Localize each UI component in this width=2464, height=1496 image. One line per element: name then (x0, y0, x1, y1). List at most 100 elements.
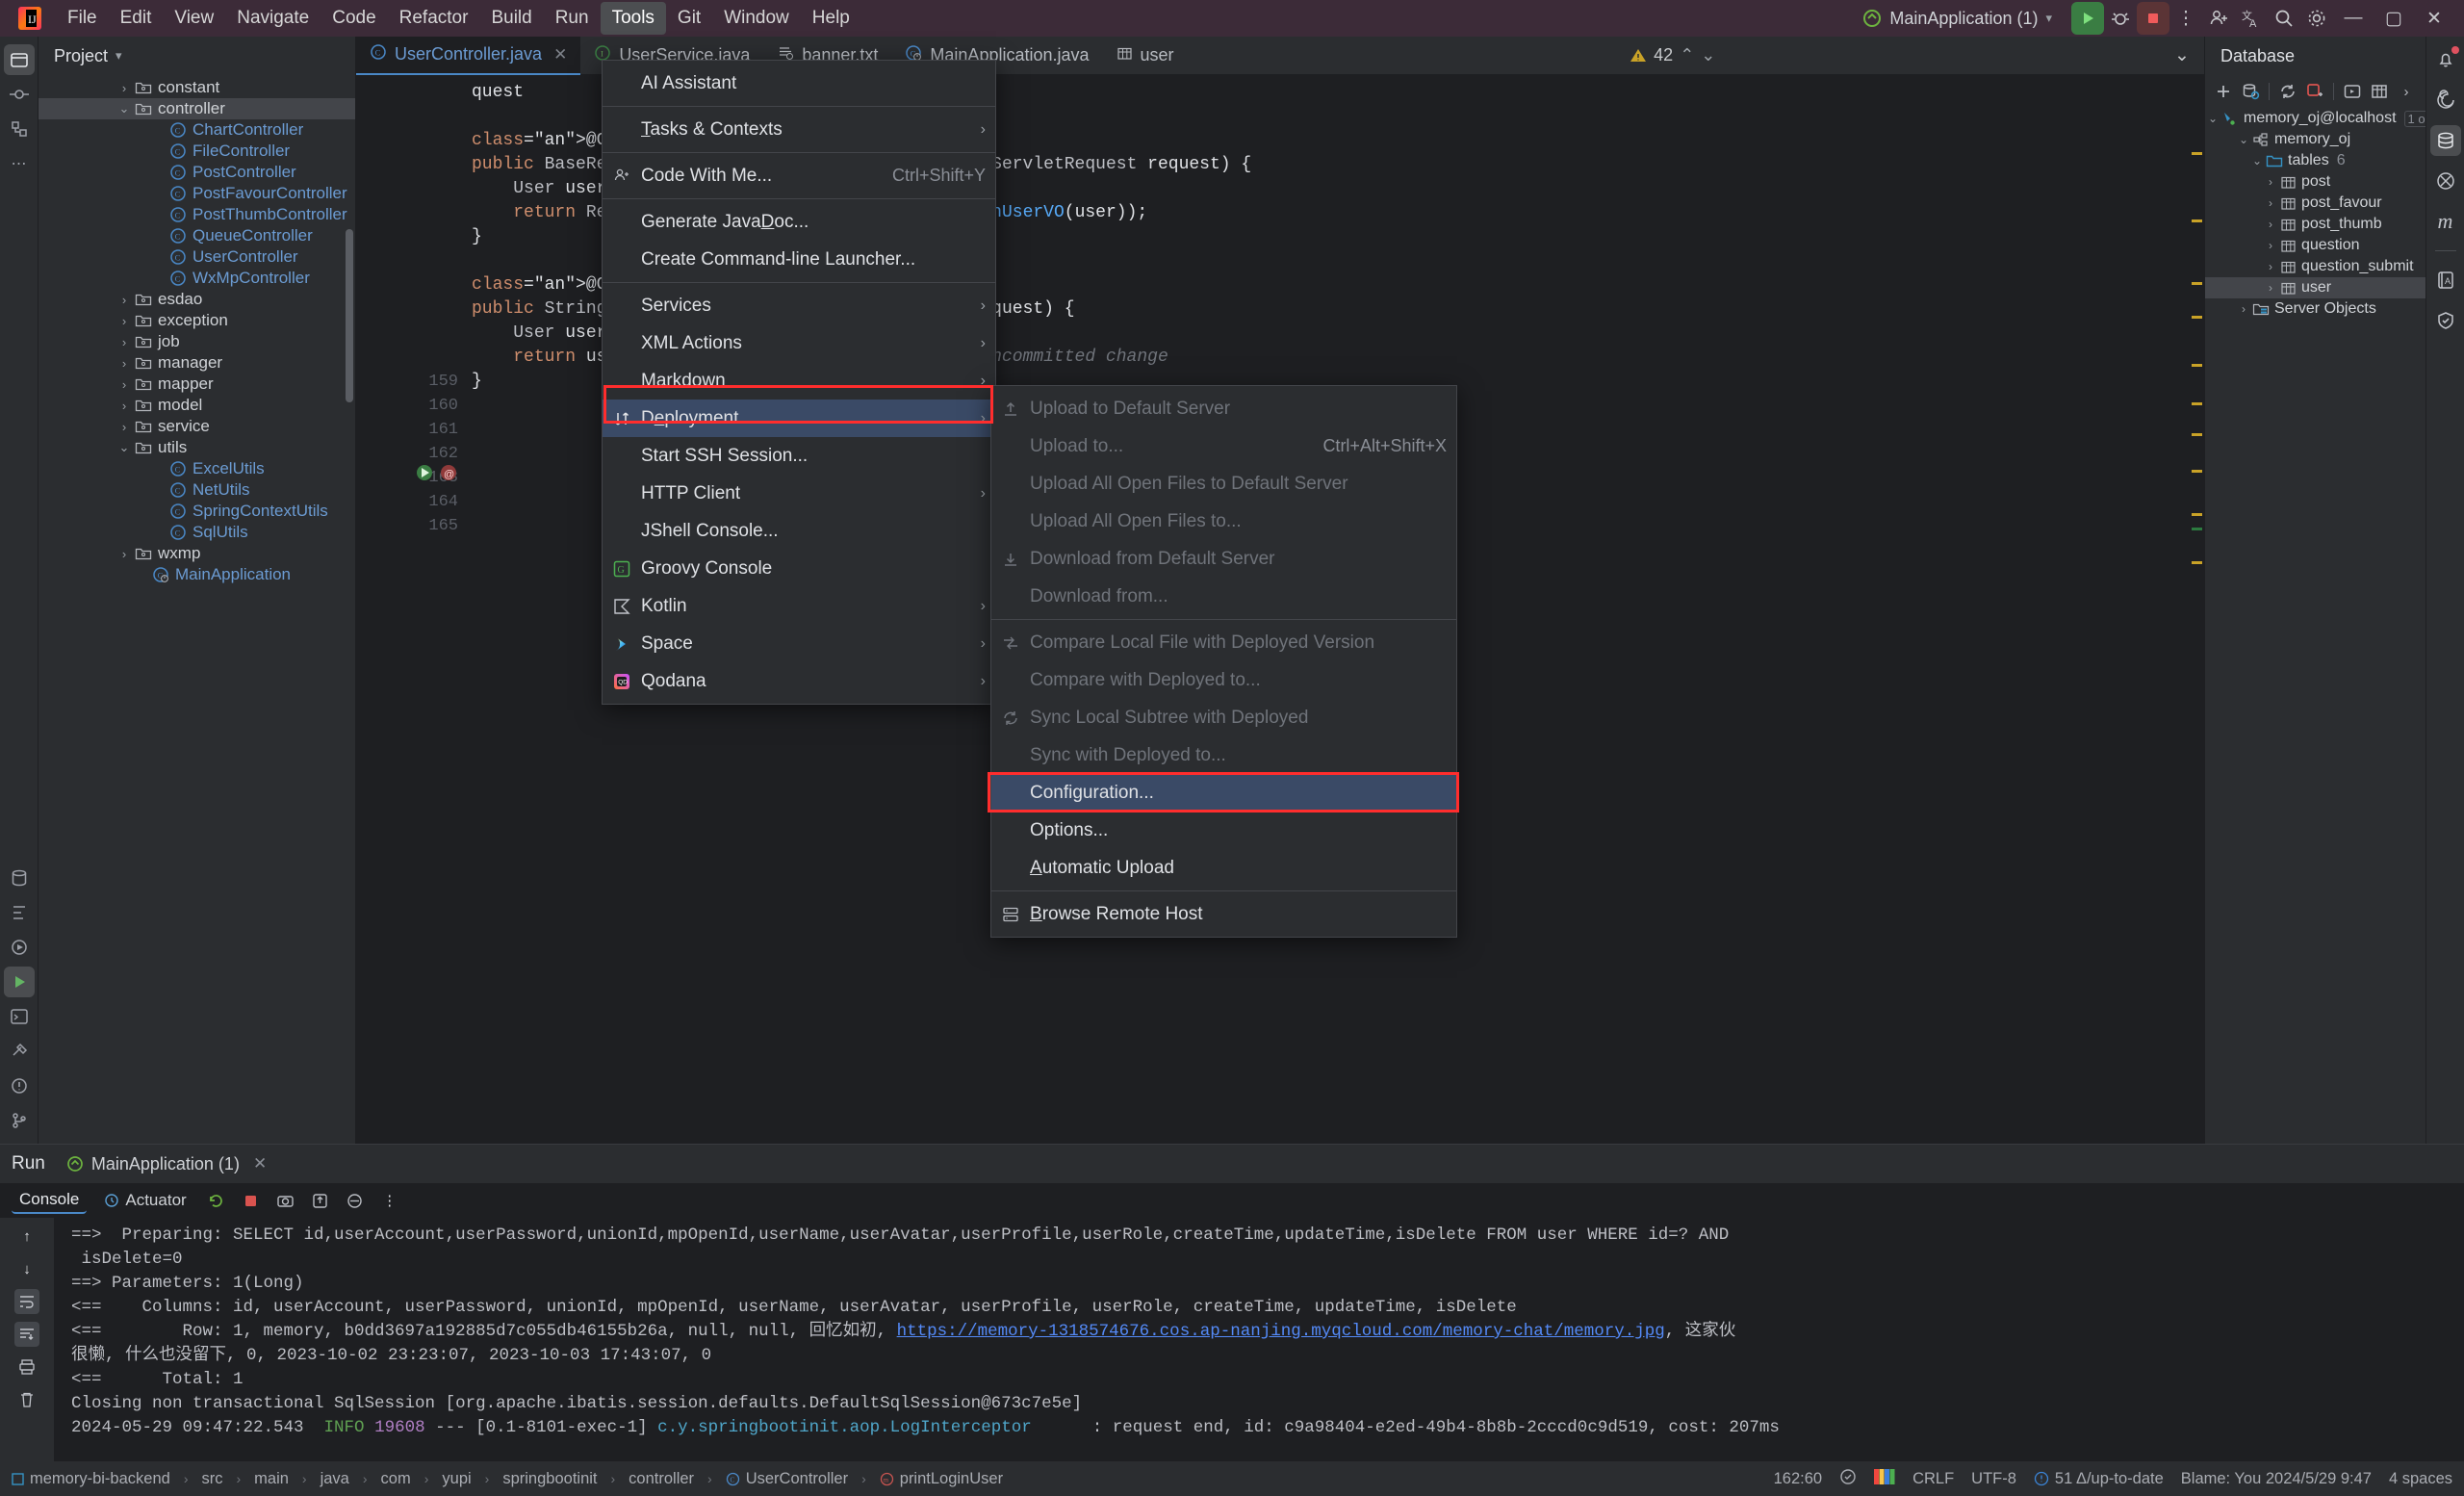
tree-expand-arrow[interactable]: › (2263, 196, 2278, 210)
project-tree-node[interactable]: C ExcelUtils (38, 458, 355, 479)
more-actions-icon[interactable]: ⋮ (2169, 2, 2202, 35)
dictionary-icon[interactable]: A (2430, 265, 2461, 296)
project-tree-node[interactable]: C MainApplication (38, 564, 355, 585)
close-button[interactable]: ✕ (2414, 0, 2454, 37)
project-tree-node[interactable]: › model (38, 395, 355, 416)
menu-item[interactable]: Space › (603, 625, 995, 662)
database-tool-icon[interactable] (4, 863, 35, 893)
shield-check-icon[interactable] (2430, 305, 2461, 336)
clear-all-icon[interactable] (14, 1387, 39, 1412)
run-configuration-selector[interactable]: MainApplication (1) ▾ (1851, 5, 2064, 33)
menu-item[interactable]: HTTP Client › (603, 475, 995, 512)
git-branch-icon[interactable] (4, 1105, 35, 1136)
breadcrumb-item[interactable]: springbootinit (502, 1470, 597, 1488)
database-tree-node[interactable]: › post_favour (2205, 193, 2426, 214)
project-tree-node[interactable]: ⌄ controller (38, 98, 355, 119)
editor-tab[interactable]: user (1103, 37, 1188, 75)
database-toolbar[interactable]: › (2205, 75, 2426, 108)
tree-expand-arrow[interactable]: › (116, 547, 133, 561)
project-tree-node[interactable]: › mapper (38, 374, 355, 395)
menu-refactor[interactable]: Refactor (388, 2, 480, 35)
caret-position[interactable]: 162:60 (1774, 1470, 1822, 1488)
tree-expand-arrow[interactable]: › (116, 335, 133, 349)
debug-button[interactable] (2104, 2, 2137, 35)
bookmark-gutter-icon[interactable]: @ (438, 462, 459, 488)
file-encoding[interactable]: UTF-8 (1971, 1470, 2016, 1488)
breadcrumb-item[interactable]: main (254, 1470, 289, 1488)
menu-code[interactable]: Code (321, 2, 387, 35)
menu-tools[interactable]: Tools (600, 2, 666, 35)
run-gutter-icon[interactable] (414, 462, 435, 488)
refresh-icon[interactable] (2275, 79, 2300, 104)
tab-console[interactable]: Console (12, 1187, 88, 1214)
deployment-submenu-popup[interactable]: Upload to Default Server Upload to... Ctrl… (990, 385, 1457, 938)
scroll-up-icon[interactable]: ↑ (14, 1224, 39, 1249)
tools-menu-popup[interactable]: AI Assistant Tasks & Contexts › Code With M… (602, 60, 996, 705)
menu-item[interactable]: Generate JavaDoc... (603, 203, 995, 241)
breadcrumb-item[interactable]: yupi (442, 1470, 471, 1488)
blame-widget[interactable]: Blame: You 2024/5/29 9:47 (2181, 1470, 2372, 1488)
project-tree-node[interactable]: C FileController (38, 141, 355, 162)
run-subtab-bar[interactable]: Console Actuator ⋮ (0, 1183, 2464, 1218)
indent-widget[interactable]: 4 spaces (2389, 1470, 2452, 1488)
tree-expand-arrow[interactable]: › (116, 420, 133, 434)
scroll-down-icon[interactable]: ↓ (14, 1256, 39, 1281)
more-tool-windows-icon[interactable]: ⋯ (4, 148, 35, 179)
database-tree-node[interactable]: › post (2205, 171, 2426, 193)
ai-assistant-icon[interactable] (2430, 85, 2461, 116)
tree-expand-arrow[interactable]: › (2263, 239, 2278, 252)
menu-item[interactable]: Deployment › (603, 400, 995, 437)
console-link[interactable]: https://memory-1318574676.cos.ap-nanjing… (897, 1322, 1665, 1341)
terminal-icon[interactable] (4, 1001, 35, 1032)
project-tree-node[interactable]: › manager (38, 352, 355, 374)
database-tree-node[interactable]: › post_thumb (2205, 214, 2426, 235)
breadcrumb-item[interactable]: com (381, 1470, 411, 1488)
project-tree-node[interactable]: C PostThumbController (38, 204, 355, 225)
project-tree-node[interactable]: › constant (38, 77, 355, 98)
services-icon[interactable] (4, 932, 35, 963)
console-output[interactable]: ==> Preparing: SELECT id,userAccount,use… (54, 1218, 2464, 1461)
menu-item[interactable]: G Groovy Console (603, 550, 995, 587)
close-icon[interactable]: ✕ (253, 1154, 267, 1174)
tree-expand-arrow[interactable]: ⌄ (2249, 154, 2265, 168)
menu-item[interactable]: AI Assistant (603, 64, 995, 102)
tree-expand-arrow[interactable]: ⌄ (2205, 112, 2220, 125)
menu-item[interactable]: JShell Console... (603, 512, 995, 550)
menu-item[interactable]: Markdown › (603, 362, 995, 400)
scroll-to-end-icon[interactable] (14, 1322, 39, 1347)
database-tree-node[interactable]: › Server Objects (2205, 298, 2426, 320)
editor-tab[interactable]: C UserController.java ✕ (356, 36, 581, 75)
camera-icon[interactable] (273, 1188, 298, 1213)
tree-expand-arrow[interactable]: ⌄ (2236, 133, 2251, 146)
project-tree-node[interactable]: C SqlUtils (38, 522, 355, 543)
menu-item[interactable]: Options... (991, 812, 1456, 849)
menu-build[interactable]: Build (479, 2, 543, 35)
project-tree-node[interactable]: › job (38, 331, 355, 352)
tree-expand-arrow[interactable]: › (2263, 281, 2278, 295)
export-icon[interactable] (308, 1188, 333, 1213)
soft-wrap-icon[interactable] (14, 1289, 39, 1314)
breadcrumb-item[interactable]: C UserController (726, 1470, 848, 1488)
menu-item[interactable]: QD Qodana › (603, 662, 995, 700)
structure-tool-icon[interactable] (4, 114, 35, 144)
breadcrumb[interactable]: memory-bi-backend › src › main › java › com › yupi… (12, 1470, 1003, 1488)
menu-item[interactable]: Configuration... (991, 774, 1456, 812)
menu-item[interactable]: Browse Remote Host (991, 895, 1456, 933)
project-tree-node[interactable]: C QueueController (38, 225, 355, 246)
project-tree-node[interactable]: › wxmp (38, 543, 355, 564)
settings-gear-icon[interactable] (2300, 2, 2333, 35)
database-tree-node[interactable]: ⌄ memory_oj@localhost 1 o (2205, 108, 2429, 129)
tree-expand-arrow[interactable]: › (116, 293, 133, 307)
filter-icon[interactable] (343, 1188, 368, 1213)
menu-window[interactable]: Window (712, 2, 801, 35)
editor-gutter[interactable]: 159 160 161 162 163 164 165 @ (356, 75, 472, 1144)
database-tree-node[interactable]: › user (2205, 277, 2426, 298)
database-tree[interactable]: ⌄ memory_oj@localhost 1 o ⌄ memory_oj ⌄ tables… (2205, 108, 2429, 1144)
tree-expand-arrow[interactable]: ⌄ (116, 440, 133, 455)
minimize-button[interactable]: — (2333, 0, 2374, 37)
problems-icon[interactable] (4, 1070, 35, 1101)
prev-problem-icon[interactable]: ⌃ (1680, 45, 1694, 65)
menu-help[interactable]: Help (801, 2, 861, 35)
tree-expand-arrow[interactable]: › (116, 314, 133, 328)
menu-item[interactable]: Create Command-line Launcher... (603, 241, 995, 278)
